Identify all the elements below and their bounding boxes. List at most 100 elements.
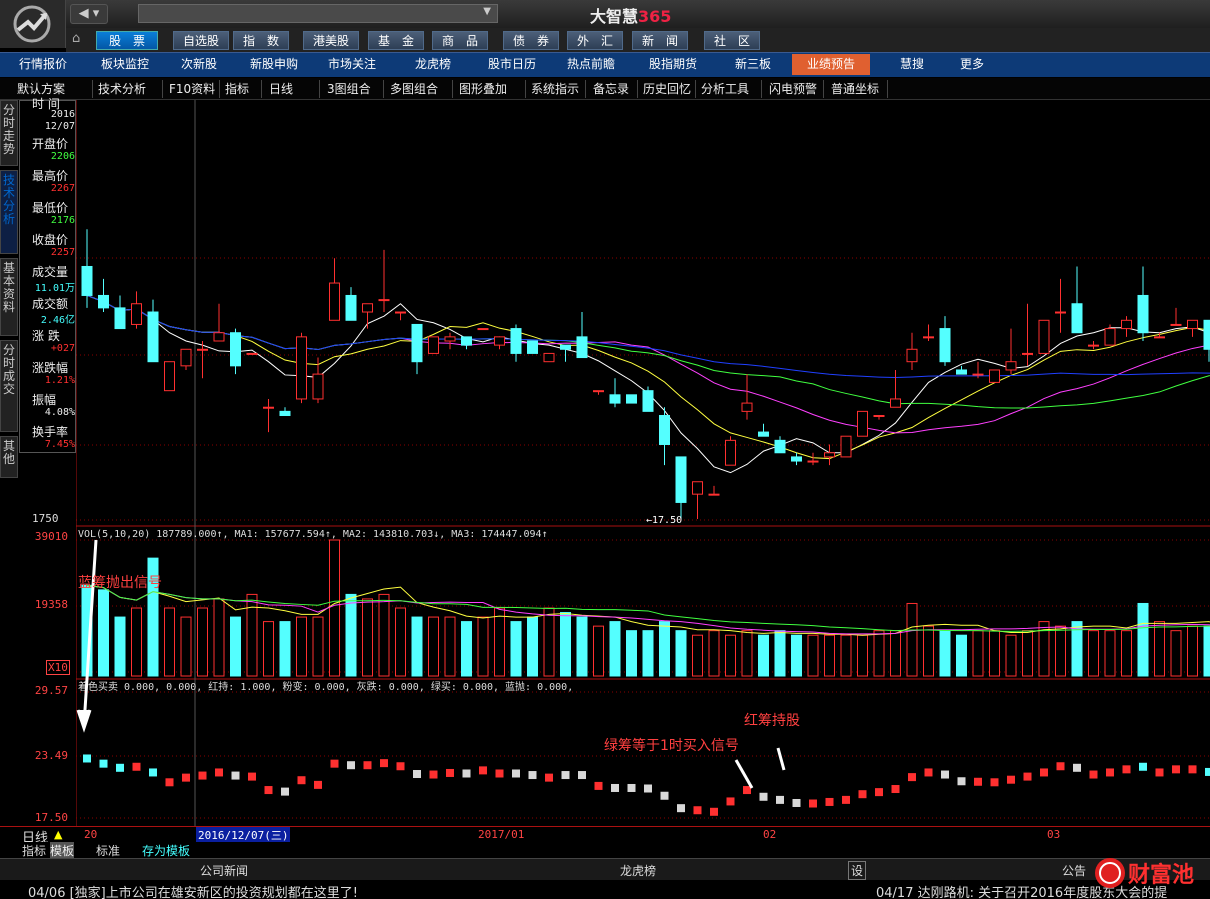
volume-bar	[461, 621, 472, 677]
volume-bar	[642, 630, 654, 677]
signal-bar	[132, 762, 141, 771]
sub-tab-12[interactable]: 更多	[954, 54, 990, 75]
volume-bar	[213, 598, 225, 677]
price-low-marker: ←17.50	[646, 515, 682, 526]
annotation-green-signal: 绿筹等于1时买入信号	[604, 738, 739, 754]
bottom-tab-bar: 公司新闻 龙虎榜 设 公告	[0, 858, 1210, 880]
signal-bar	[1205, 767, 1210, 776]
toolbar-item-4[interactable]: 日线	[266, 80, 320, 98]
toolbar-item-8[interactable]: 系统指示	[528, 80, 586, 98]
nav-tab-3[interactable]: 港美股	[303, 31, 359, 50]
sub-tab-9[interactable]: 新三板	[720, 54, 786, 75]
home-icon[interactable]: ⌂	[72, 31, 80, 46]
signal-bar	[875, 788, 883, 797]
app-logo[interactable]	[0, 0, 66, 48]
nav-tab-9[interactable]: 社 区	[704, 31, 760, 50]
sub-tab-11[interactable]: 慧搜	[874, 54, 950, 75]
tab-company-news[interactable]: 公司新闻	[200, 862, 248, 879]
signal-bar	[446, 768, 454, 777]
left-tab-3[interactable]: 分时成交	[0, 340, 18, 432]
candle-body	[164, 361, 175, 392]
signal-bar	[957, 777, 966, 786]
tab-announcement[interactable]: 公告	[1062, 862, 1086, 879]
nav-tab-4[interactable]: 基 金	[368, 31, 424, 50]
nav-tab-6[interactable]: 债 券	[503, 31, 559, 50]
toolbar-item-5[interactable]: 3图组合	[324, 80, 384, 98]
nav-tab-8[interactable]: 新 闻	[632, 31, 688, 50]
info-label-8: 涨 跌	[32, 329, 60, 343]
volume-header: VOL(5,10,20) 187789.000↑, MA1: 157677.59…	[78, 529, 548, 540]
volume-bar	[131, 607, 142, 677]
toolbar-item-9[interactable]: 备忘录	[590, 80, 638, 98]
tab-dragon-tiger[interactable]: 龙虎榜	[620, 862, 656, 879]
sub-tab-10[interactable]: 业绩预告	[792, 54, 870, 75]
sub-tab-1[interactable]: 板块监控	[90, 54, 160, 75]
volume-bar	[1170, 630, 1182, 677]
sub-tab-5[interactable]: 龙虎榜	[402, 54, 464, 75]
volume-bar	[626, 630, 637, 677]
left-tab-0[interactable]: 分时走势	[0, 100, 18, 166]
info-value-10: 4.08%	[44, 407, 75, 418]
signal-header: 着色买卖 0.000, 0.000, 红持: 1.000, 粉变: 0.000,…	[78, 680, 573, 693]
candle-body	[378, 299, 390, 302]
left-tab-2[interactable]: 基本资料	[0, 258, 18, 336]
app-window: ◀ ▾ ▼ 大智慧365 ⌂ 股 票自选股指 数港美股基 金商 品债 券外 汇新…	[0, 0, 1210, 899]
nav-tab-0[interactable]: 股 票	[96, 31, 158, 50]
signal-bar	[578, 771, 586, 780]
signal-bar	[990, 778, 999, 787]
settings-button[interactable]: 设	[848, 861, 867, 880]
toolbar-item-10[interactable]: 历史回忆	[640, 80, 696, 98]
candle-body	[972, 373, 984, 376]
sub-tab-7[interactable]: 热点前瞻	[556, 54, 626, 75]
candle-body	[329, 282, 340, 321]
signal-bar	[825, 797, 834, 806]
volume-bar	[824, 634, 835, 677]
candle-body	[923, 336, 934, 339]
toolbar-item-11[interactable]: 分析工具	[698, 80, 762, 98]
back-button[interactable]: ◀ ▾	[70, 4, 108, 24]
arrow-green-signal	[734, 759, 754, 789]
toolbar-item-1[interactable]: 技术分析	[95, 80, 163, 98]
signal-bar	[116, 763, 124, 772]
candle-body	[263, 406, 274, 409]
candle-body	[939, 328, 951, 363]
signal-bar	[759, 792, 768, 801]
volume-bar	[312, 616, 324, 677]
sub-tab-2[interactable]: 次新股	[170, 54, 228, 75]
sub-tab-0[interactable]: 行情报价	[6, 54, 80, 75]
candle-body	[609, 394, 621, 404]
signal-bar	[611, 783, 619, 792]
candle-body	[774, 439, 786, 454]
signal-bar	[99, 759, 108, 768]
nav-tab-1[interactable]: 自选股	[173, 31, 229, 50]
info-value-4: 2176	[50, 215, 75, 226]
toolbar-item-3[interactable]: 指标	[222, 80, 262, 98]
toolbar-item-7[interactable]: 图形叠加	[456, 80, 526, 98]
candle-body	[477, 328, 489, 331]
nav-tab-5[interactable]: 商 品	[432, 31, 488, 50]
sub-tab-4[interactable]: 市场关注	[316, 54, 388, 75]
toolbar-item-12[interactable]: 闪电预警	[766, 80, 824, 98]
tab-template[interactable]: 模板	[50, 842, 75, 859]
left-tab-1[interactable]: 技术分析	[0, 170, 18, 254]
toolbar-item-2[interactable]: F10资料	[166, 80, 220, 98]
volume-bar	[989, 630, 1000, 677]
toolbar-item-6[interactable]: 多图组合	[387, 80, 453, 98]
nav-tab-2[interactable]: 指 数	[233, 31, 289, 50]
tab-indicator[interactable]: 指标	[22, 842, 46, 859]
sub-tab-8[interactable]: 股指期货	[636, 54, 710, 75]
candle-body	[857, 410, 868, 437]
nav-tab-7[interactable]: 外 汇	[567, 31, 623, 50]
kline-chart[interactable]: ←17.50 VOL(5,10,20) 187789.000↑, MA1: 157…	[76, 100, 1210, 826]
tab-standard[interactable]: 标准	[96, 842, 120, 859]
address-dropdown[interactable]: ▼	[138, 4, 498, 23]
tab-save-template[interactable]: 存为模板	[142, 842, 190, 859]
sub-tab-6[interactable]: 股市日历	[478, 54, 546, 75]
signal-max-label: 29.57	[34, 684, 68, 697]
volume-bar	[659, 621, 670, 677]
signal-bar	[512, 769, 520, 778]
sub-tab-3[interactable]: 新股申购	[238, 54, 310, 75]
toolbar-item-13[interactable]: 普通坐标	[828, 80, 888, 98]
left-tab-4[interactable]: 其他	[0, 436, 18, 478]
news-item-left[interactable]: 04/06 [独家]上市公司在雄安新区的投资规划都在这里了!	[28, 882, 358, 899]
